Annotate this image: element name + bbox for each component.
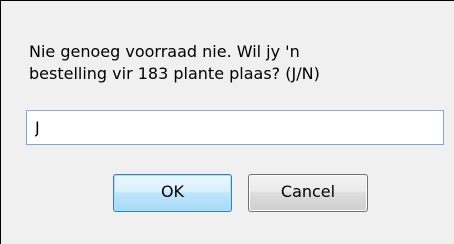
input-dialog: Nie genoeg voorraad nie. Wil jy 'n beste… [0, 0, 454, 244]
prompt-message: Nie genoeg voorraad nie. Wil jy 'n beste… [29, 42, 320, 83]
ok-button[interactable]: OK [113, 174, 232, 212]
cancel-button[interactable]: Cancel [248, 174, 368, 212]
answer-input[interactable] [26, 110, 444, 145]
